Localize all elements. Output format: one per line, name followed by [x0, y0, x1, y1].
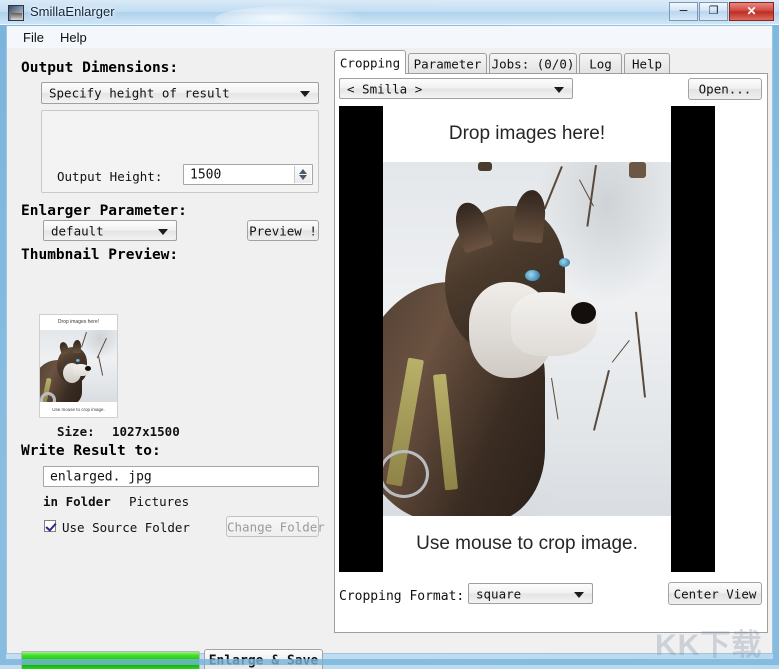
preview-photo — [383, 162, 671, 516]
maximize-icon: ❐ — [700, 4, 727, 17]
chevron-down-icon — [574, 592, 584, 598]
enlarge-and-save-button[interactable]: Enlarge & Save — [204, 649, 323, 669]
crop-instruction-hint: Use mouse to crop image. — [383, 516, 671, 572]
left-settings-panel: Output Dimensions: Specify height of res… — [7, 48, 330, 597]
size-label: Size: — [57, 424, 95, 439]
size-value: 1027x1500 — [112, 424, 180, 439]
change-folder-button-label: Change Folder — [227, 519, 318, 534]
preview-button-label: Preview ! — [248, 223, 318, 238]
file-navigation-combo[interactable]: < Smilla > — [339, 78, 573, 99]
tab-parameter[interactable]: Parameter — [408, 53, 487, 74]
output-height-input[interactable]: 1500 — [183, 164, 313, 185]
cropping-format-value: square — [476, 586, 521, 601]
thumbnail-bottom-caption: Use mouse to crop image. — [40, 402, 117, 417]
thumbnail-preview-heading: Thumbnail Preview: — [21, 247, 178, 263]
dog-nose — [571, 302, 596, 324]
center-view-button[interactable]: Center View — [668, 582, 762, 605]
carabiner-icon — [40, 392, 56, 402]
output-height-label: Output Height: — [57, 169, 162, 184]
preview-button[interactable]: Preview ! — [247, 220, 319, 241]
cropping-format-label: Cropping Format: — [339, 589, 464, 604]
enlarger-parameter-heading: Enlarger Parameter: — [21, 203, 187, 219]
application-icon — [8, 5, 24, 21]
tab-cropping-label: Cropping — [335, 55, 405, 70]
write-result-heading: Write Result to: — [21, 443, 161, 459]
image-crop-view[interactable]: Drop images here! — [339, 106, 715, 572]
output-dimensions-heading: Output Dimensions: — [21, 60, 178, 76]
twig-stump — [478, 162, 492, 171]
close-icon: ✕ — [730, 4, 773, 18]
use-source-folder-checkbox[interactable] — [44, 520, 56, 532]
drop-images-hint: Drop images here! — [383, 106, 671, 162]
stepper-down-icon[interactable] — [299, 175, 307, 180]
tab-log[interactable]: Log — [579, 53, 622, 74]
cropping-format-combo[interactable]: square — [468, 583, 593, 604]
open-button[interactable]: Open... — [688, 78, 762, 100]
open-button-label: Open... — [689, 82, 761, 97]
folder-value: Pictures — [129, 494, 189, 509]
window-title: SmillaEnlarger — [30, 4, 115, 19]
menu-bar: File Help — [6, 26, 773, 48]
tab-jobs-label: Jobs: (0/0) — [490, 57, 576, 72]
right-preview-panel: Cropping Parameter Jobs: (0/0) Log Help … — [330, 48, 774, 654]
menu-item-help[interactable]: Help — [53, 29, 94, 46]
dog-ear — [73, 340, 82, 354]
chevron-down-icon — [300, 91, 310, 97]
close-button[interactable]: ✕ — [729, 2, 774, 21]
chevron-down-icon — [554, 87, 564, 93]
maximize-button[interactable]: ❐ — [699, 2, 728, 21]
tab-log-label: Log — [580, 57, 621, 72]
thumbnail-photo — [40, 330, 117, 402]
enlarger-parameter-combo[interactable]: default — [43, 220, 177, 241]
dog-eye — [76, 359, 80, 362]
stepper-up-icon[interactable] — [299, 169, 307, 174]
output-filename-value: enlarged. jpg — [50, 469, 152, 484]
menu-item-file[interactable]: File — [16, 29, 51, 46]
tab-cropping[interactable]: Cropping — [334, 50, 406, 74]
thumbnail-preview-image[interactable]: Drop images here! Us — [39, 314, 118, 418]
output-height-value: 1500 — [190, 167, 221, 182]
output-mode-combo[interactable]: Specify height of result — [41, 82, 319, 104]
title-bar: SmillaEnlarger – ❐ ✕ — [0, 0, 779, 25]
chevron-down-icon — [158, 229, 168, 235]
application-window: SmillaEnlarger – ❐ ✕ File Help Output Di… — [0, 0, 779, 669]
file-navigation-value: < Smilla > — [347, 81, 422, 96]
output-filename-input[interactable]: enlarged. jpg — [43, 466, 319, 487]
thumbnail-top-caption: Drop images here! — [40, 315, 117, 330]
twig-stump — [629, 162, 646, 178]
use-source-folder-label: Use Source Folder — [62, 520, 190, 535]
center-view-button-label: Center View — [669, 586, 761, 601]
progress-bar — [21, 651, 200, 669]
in-folder-label: in Folder — [43, 494, 111, 509]
output-mode-combo-value: Specify height of result — [49, 86, 230, 101]
tab-help[interactable]: Help — [624, 53, 670, 74]
cropping-tab-panel: < Smilla > Open... Drop images here! — [334, 73, 768, 633]
minimize-button[interactable]: – — [669, 2, 698, 21]
dog-eye — [559, 258, 570, 267]
enlarger-parameter-combo-value: default — [51, 223, 104, 238]
minimize-icon: – — [670, 4, 697, 15]
tab-help-label: Help — [625, 57, 669, 72]
dog-eye — [525, 270, 540, 281]
enlarge-and-save-label: Enlarge & Save — [205, 654, 322, 669]
client-area: Output Dimensions: Specify height of res… — [6, 48, 773, 654]
output-height-stepper[interactable] — [294, 166, 311, 183]
progress-bar-fill — [22, 652, 199, 669]
tab-jobs[interactable]: Jobs: (0/0) — [489, 53, 577, 74]
tab-parameter-label: Parameter — [409, 57, 486, 72]
change-folder-button[interactable]: Change Folder — [226, 516, 319, 537]
dog-nose — [85, 366, 91, 371]
